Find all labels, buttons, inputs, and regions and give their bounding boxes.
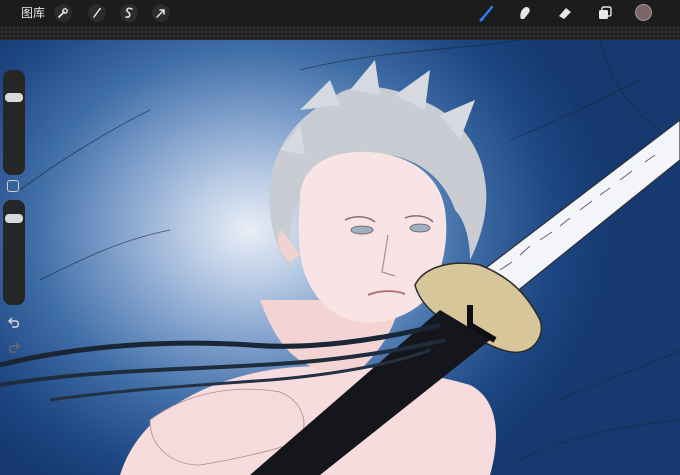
smudge-icon[interactable] [516,4,534,22]
eraser-icon[interactable] [556,4,574,22]
undo-icon[interactable] [7,315,21,334]
wrench-icon[interactable] [54,4,72,22]
brush-size-thumb[interactable] [5,92,23,102]
magic-wand-icon[interactable] [88,4,106,22]
left-sidebar [3,70,25,360]
opacity-slider[interactable] [3,200,25,305]
canvas-top-margin [0,26,680,40]
color-picker-swatch[interactable] [635,4,652,21]
redo-icon[interactable] [7,340,21,359]
brush-size-slider[interactable] [3,70,25,175]
modify-button[interactable] [7,180,19,192]
gallery-button[interactable]: 图库 [21,6,45,20]
arrow-cursor-icon[interactable] [152,4,170,22]
drawing-canvas[interactable] [0,40,680,475]
layers-icon[interactable] [596,4,614,22]
top-toolbar: 图库 [0,0,680,26]
selection-s-icon[interactable] [120,4,138,22]
opacity-thumb[interactable] [5,213,23,223]
brush-icon[interactable] [478,4,496,22]
artwork [0,40,680,475]
